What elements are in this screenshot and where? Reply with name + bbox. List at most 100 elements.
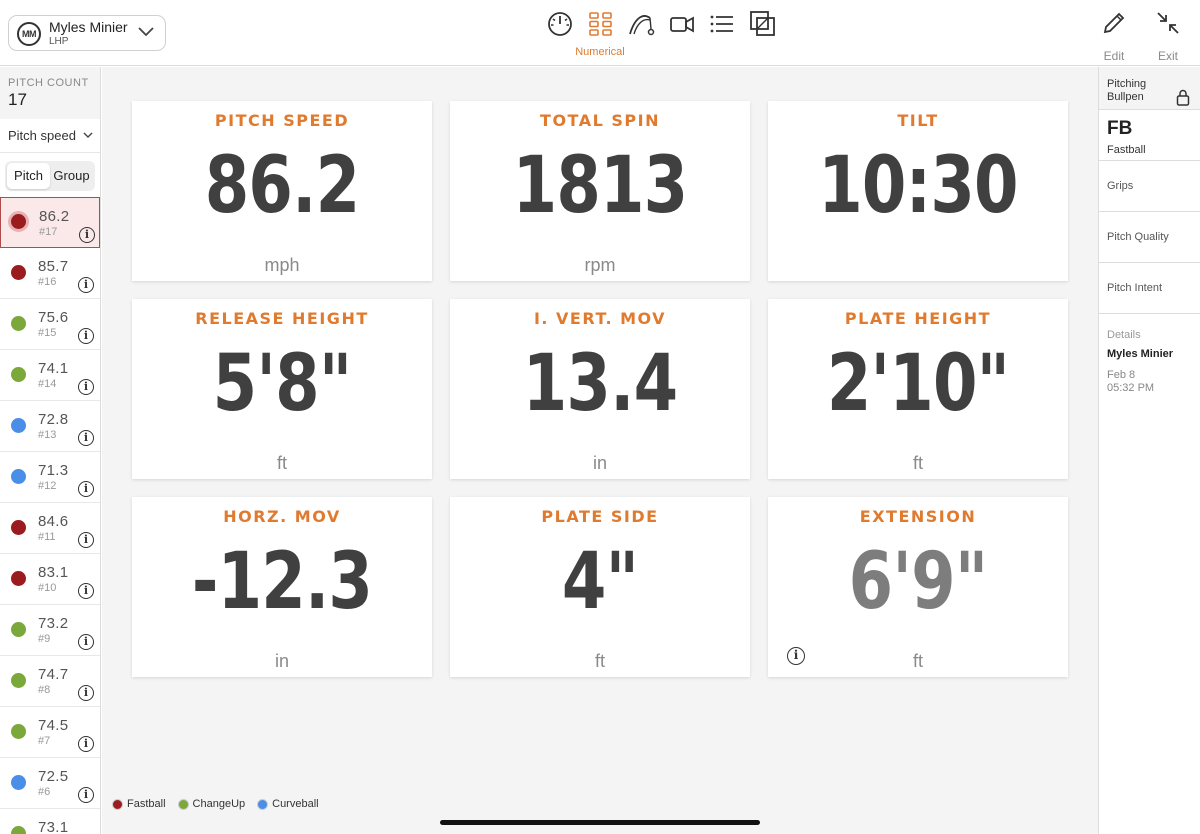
metric-card-title: EXTENSION [859,507,977,526]
pitch-speed-value: 73.2 [38,615,69,632]
pitch-type-dot [11,724,26,739]
exit-button[interactable]: Exit [1148,10,1188,63]
pitch-type-dot [11,673,26,688]
pitch-type-selector[interactable]: FB Fastball [1099,109,1200,161]
pitch-list-item[interactable]: 74.5 #7 i [0,707,100,758]
pitch-count-label: PITCH COUNT [8,77,89,89]
metric-card-total-spin[interactable]: TOTAL SPIN 1813 rpm [450,101,750,281]
legend-dot [112,798,123,810]
metric-card-plate-height[interactable]: PLATE HEIGHT 2'10" ft [768,299,1068,479]
metric-card-extension[interactable]: EXTENSION 6'9" ft i [768,497,1068,677]
pitch-list-item[interactable]: 75.6 #15 i [0,299,100,350]
pitch-list-item[interactable]: 72.5 #6 i [0,758,100,809]
info-icon[interactable]: i [78,532,94,548]
edit-label: Edit [1103,49,1125,63]
metric-card-title: PLATE SIDE [541,507,659,526]
pitch-type-code: FB [1107,118,1133,139]
pitch-legend: Fastball ChangeUp Curveball [112,798,319,810]
pitch-speed-value: 84.6 [38,513,69,530]
pitch-number: #12 [38,480,57,492]
home-indicator[interactable] [440,820,760,825]
metric-card-title: PITCH SPEED [214,111,350,130]
pitch-list-item[interactable]: 74.1 #14 i [0,350,100,401]
toggle-group[interactable]: Group [50,163,93,189]
edit-button[interactable]: Edit [1094,10,1134,63]
grid-icon[interactable] [587,10,615,38]
pitch-type-dot [11,622,26,637]
details-time: 05:32 PM [1107,382,1155,394]
info-icon[interactable]: i [78,634,94,650]
toggle-pitch[interactable]: Pitch [7,163,50,189]
pitch-list-item[interactable]: 84.6 #11 i [0,503,100,554]
pitch-count-box: PITCH COUNT 17 [0,67,100,119]
metric-card-title: RELEASE HEIGHT [195,309,369,328]
metric-card-i-vert-mov[interactable]: I. VERT. MOV 13.4 in [450,299,750,479]
info-icon[interactable]: i [78,685,94,701]
pitch-intent-row[interactable]: Pitch Intent [1099,263,1200,314]
legend-item-curveball: Curveball [257,798,319,810]
pitch-speed-value: 73.1 [38,819,69,834]
metric-card-unit: ft [276,453,287,473]
legend-label: ChangeUp [192,798,246,810]
grips-row[interactable]: Grips [1099,161,1200,212]
pitch-quality-row[interactable]: Pitch Quality [1099,212,1200,263]
session-details: Details Myles Minier Feb 8 05:32 PM [1099,314,1200,410]
player-handedness: LHP [49,36,69,47]
info-icon[interactable]: i [78,277,94,293]
pitch-number: #15 [38,327,57,339]
info-icon[interactable]: i [78,787,94,803]
metric-card-value: 2'10" [826,339,1010,429]
metric-card-value: 4" [561,537,639,627]
pitch-list-item[interactable]: 73.2 #9 i [0,605,100,656]
info-icon[interactable]: i [78,379,94,395]
overlay-icon[interactable] [749,10,777,38]
pitch-list-item[interactable]: 72.8 #13 i [0,401,100,452]
pitch-type-dot [11,265,26,280]
metric-card-unit: ft [594,651,605,671]
metric-dropdown[interactable]: Pitch speed [0,119,100,153]
trajectory-icon[interactable] [628,10,656,38]
metric-card-unit: in [274,651,289,671]
pitch-speed-value: 85.7 [38,258,69,275]
pitch-speed-value: 74.1 [38,360,69,377]
metric-card-title: PLATE HEIGHT [844,309,992,328]
pitch-sidebar: PITCH COUNT 17 Pitch speed Pitch Group 8… [0,67,101,834]
pitch-speed-value: 74.7 [38,666,69,683]
info-icon[interactable]: i [78,736,94,752]
metric-card-tilt[interactable]: TILT 10:30 [768,101,1068,281]
session-sidebar: Pitching Bullpen FB Fastball Grips Pitch… [1098,67,1200,834]
pitch-list-item[interactable]: 83.1 #10 i [0,554,100,605]
metric-card-release-height[interactable]: RELEASE HEIGHT 5'8" ft [132,299,432,479]
info-icon[interactable]: i [78,430,94,446]
legend-label: Curveball [272,798,319,810]
pitch-number: #11 [38,531,56,543]
metric-card-pitch-speed[interactable]: PITCH SPEED 86.2 mph [132,101,432,281]
legend-dot [177,798,189,810]
pitch-speed-value: 83.1 [38,564,69,581]
list-icon[interactable] [708,10,736,38]
metric-card-plate-side[interactable]: PLATE SIDE 4" ft [450,497,750,677]
collapse-icon [1157,12,1179,34]
player-selector[interactable]: MM Myles Minier LHP [8,15,166,51]
gauge-icon[interactable] [546,10,574,38]
lock-icon[interactable] [1176,89,1190,106]
info-icon[interactable]: i [787,647,805,665]
info-icon[interactable]: i [78,583,94,599]
metric-card-horz-mov[interactable]: HORZ. MOV -12.3 in [132,497,432,677]
pitch-list-item[interactable]: 73.1i [0,809,100,834]
chevron-down-icon [138,27,154,37]
video-icon[interactable] [668,10,696,38]
info-icon[interactable]: i [78,328,94,344]
pitch-speed-value: 74.5 [38,717,69,734]
active-view-label: Numerical [575,46,625,58]
pitch-list-item[interactable]: 86.2 #17 i [0,197,100,248]
legend-item-changeup: ChangeUp [177,798,246,810]
pitch-list-item[interactable]: 85.7 #16 i [0,248,100,299]
pitch-list-item[interactable]: 71.3 #12 i [0,452,100,503]
pitch-number: #17 [39,226,58,238]
metric-card-title: TILT [897,111,939,130]
info-icon[interactable]: i [78,481,94,497]
info-icon[interactable]: i [79,227,95,243]
pitch-list-item[interactable]: 74.7 #8 i [0,656,100,707]
pitch-number: #13 [38,429,57,441]
